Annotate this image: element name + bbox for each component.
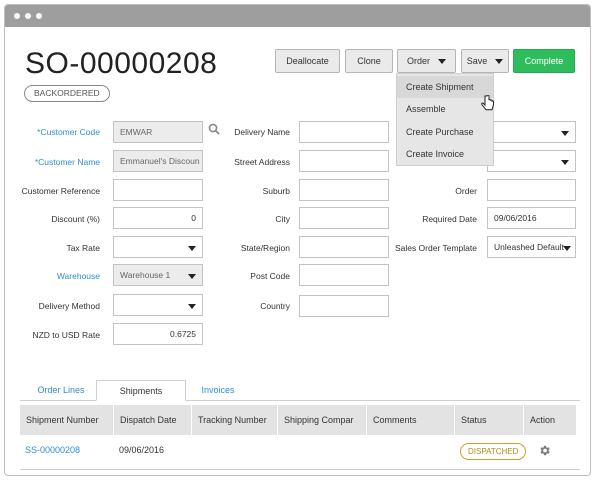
save-label: Save (466, 56, 488, 66)
order-dropdown-menu: Create Shipment Assemble Create Purchase… (396, 73, 494, 166)
hand-cursor-icon (481, 95, 494, 111)
state-region-label: State/Region (240, 243, 290, 253)
complete-button[interactable]: Complete (513, 49, 575, 73)
column-header-tracking-number[interactable]: Tracking Number (192, 405, 277, 435)
street-address-field[interactable] (299, 150, 389, 172)
tax-rate-select[interactable] (113, 236, 203, 258)
nzd-usd-rate-label: NZD to USD Rate (32, 330, 100, 340)
order-field[interactable] (487, 179, 576, 201)
dispatch-date-cell: 09/06/2016 (119, 445, 165, 455)
column-header-action: Action (524, 405, 576, 435)
required-date-label: Required Date (422, 214, 477, 224)
gear-icon[interactable] (538, 444, 551, 457)
page-title: SO-00000208 (25, 47, 218, 80)
warehouse-select[interactable]: Warehouse 1 (113, 264, 203, 286)
deallocate-label: Deallocate (286, 56, 329, 66)
template-select[interactable]: Unleashed Default (487, 236, 576, 258)
suburb-label: Suburb (262, 186, 290, 196)
row-divider (20, 469, 580, 470)
customer-name-field[interactable]: Emmanuel's Discoun (113, 150, 203, 172)
menu-item-create-invoice[interactable]: Create Invoice (406, 149, 464, 159)
post-code-label: Post Code (250, 271, 290, 281)
clone-label: Clone (357, 56, 381, 66)
customer-code-field[interactable]: EMWAR (113, 121, 203, 143)
right-select-1[interactable] (487, 121, 576, 143)
column-header-shipping-company[interactable]: Shipping Compar (278, 405, 366, 435)
street-address-label: Street Address (234, 157, 290, 167)
chevron-down-icon (495, 59, 504, 65)
chevron-down-icon (438, 59, 446, 65)
right-select-2[interactable] (487, 150, 576, 172)
column-header-comments[interactable]: Comments (367, 405, 454, 435)
status-badge-dispatched: DISPATCHED (460, 443, 527, 460)
delivery-method-label: Delivery Method (38, 301, 100, 311)
suburb-field[interactable] (299, 179, 389, 201)
tab-order-lines[interactable]: Order Lines (27, 380, 95, 401)
chevron-down-icon (561, 160, 569, 165)
city-field[interactable] (299, 207, 389, 229)
warehouse-value: Warehouse 1 (120, 270, 171, 280)
delivery-name-label: Delivery Name (234, 127, 290, 137)
delivery-method-select[interactable] (113, 294, 203, 316)
deallocate-button[interactable]: Deallocate (275, 49, 340, 73)
search-icon[interactable] (208, 123, 220, 135)
city-label: City (275, 214, 290, 224)
column-header-dispatch-date[interactable]: Dispatch Date (114, 405, 191, 435)
order-button[interactable]: Order (397, 49, 456, 73)
chevron-down-icon (561, 131, 569, 136)
window-dot-icon (14, 13, 20, 19)
customer-reference-field[interactable] (113, 179, 203, 201)
order-label-field: Order (455, 186, 477, 196)
discount-label: Discount (%) (51, 214, 100, 224)
chevron-down-icon (188, 304, 196, 309)
delivery-name-field[interactable] (299, 121, 389, 143)
menu-item-assemble[interactable]: Assemble (406, 104, 446, 114)
menu-item-create-shipment[interactable]: Create Shipment (406, 82, 474, 92)
window-dot-icon (36, 13, 42, 19)
nzd-usd-rate-field[interactable]: 0.6725 (113, 323, 203, 345)
state-region-field[interactable] (299, 236, 389, 258)
customer-name-label: *Customer Name (34, 157, 100, 167)
customer-reference-label: Customer Reference (21, 186, 100, 196)
country-label: Country (260, 301, 290, 311)
country-field[interactable] (299, 295, 389, 317)
chevron-down-icon (188, 246, 196, 251)
tax-rate-label: Tax Rate (66, 243, 100, 253)
template-label: Sales Order Template (394, 243, 477, 253)
tab-shipments[interactable]: Shipments (96, 380, 186, 401)
discount-field[interactable]: 0 (113, 207, 203, 229)
window-titlebar (5, 5, 590, 27)
app-window: SO-00000208 BACKORDERED Deallocate Clone… (4, 4, 591, 476)
warehouse-label: Warehouse (56, 271, 100, 281)
template-value: Unleashed Default (494, 242, 564, 252)
chevron-down-icon (188, 274, 196, 279)
chevron-down-icon (563, 246, 571, 251)
tab-invoices[interactable]: Invoices (189, 380, 247, 401)
save-button[interactable]: Save (461, 49, 509, 73)
post-code-field[interactable] (299, 264, 389, 286)
shipment-number-link[interactable]: SS-00000208 (25, 445, 80, 455)
order-label: Order (406, 56, 430, 66)
complete-label: Complete (524, 56, 564, 66)
column-header-shipment-number[interactable]: Shipment Number (20, 405, 113, 435)
window-dot-icon (25, 13, 31, 19)
column-header-status[interactable]: Status (455, 405, 523, 435)
menu-item-create-purchase[interactable]: Create Purchase (406, 127, 474, 137)
required-date-field[interactable]: 09/06/2016 (487, 207, 576, 229)
clone-button[interactable]: Clone (345, 49, 393, 73)
status-badge: BACKORDERED (24, 85, 110, 102)
customer-code-label: *Customer Code (37, 127, 100, 137)
